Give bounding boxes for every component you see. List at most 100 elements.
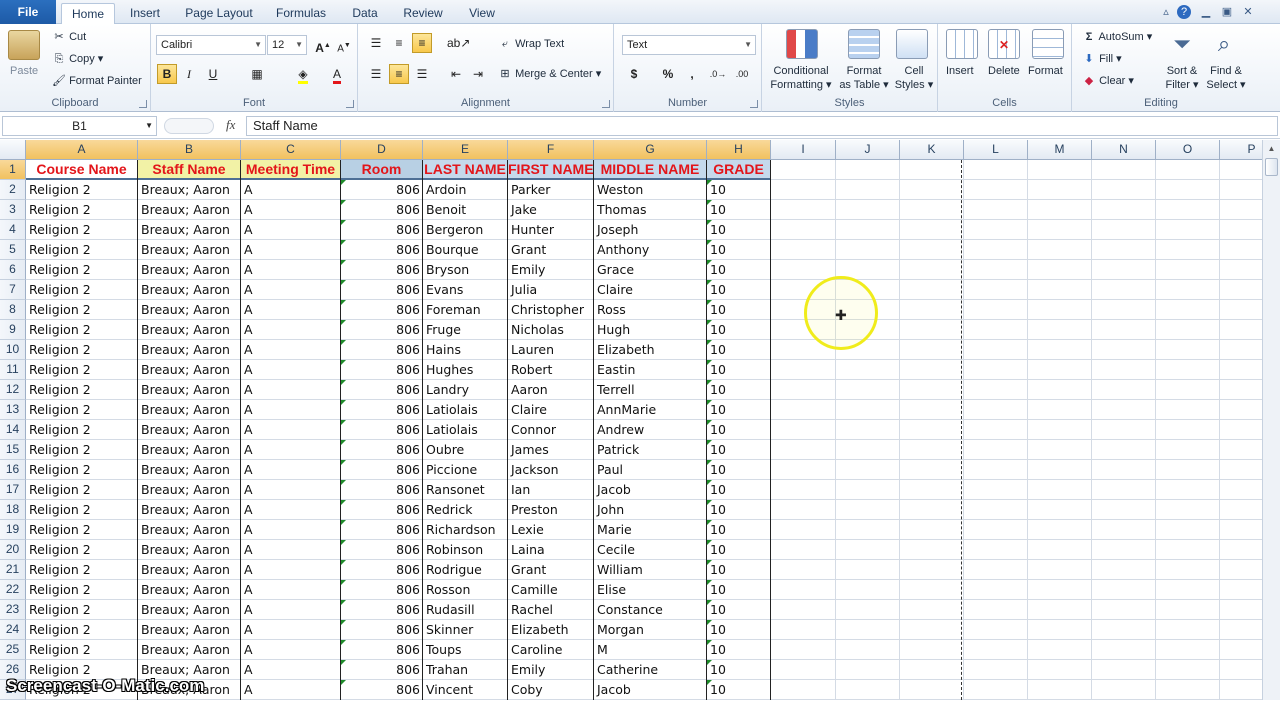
empty-cell[interactable] xyxy=(771,580,836,600)
table-cell[interactable]: Breaux; Aaron xyxy=(138,200,241,220)
row-header-7[interactable]: 7 xyxy=(0,280,26,300)
table-cell[interactable]: 806 xyxy=(341,660,423,680)
table-cell[interactable]: A xyxy=(241,580,341,600)
header-cell[interactable]: LAST NAME xyxy=(423,160,508,180)
empty-cell[interactable] xyxy=(1028,520,1092,540)
table-cell[interactable]: A xyxy=(241,480,341,500)
table-cell[interactable]: Catherine xyxy=(594,660,707,680)
table-cell[interactable]: 10 xyxy=(707,560,771,580)
cut-button[interactable]: ✂ Cut xyxy=(52,30,86,44)
row-header-3[interactable]: 3 xyxy=(0,200,26,220)
empty-cell[interactable] xyxy=(1092,600,1156,620)
empty-cell[interactable] xyxy=(900,400,964,420)
column-header-l[interactable]: L xyxy=(964,140,1028,160)
empty-cell[interactable] xyxy=(964,300,1028,320)
column-header-b[interactable]: B xyxy=(138,140,241,160)
row-header-10[interactable]: 10 xyxy=(0,340,26,360)
empty-cell[interactable] xyxy=(964,180,1028,200)
empty-cell[interactable] xyxy=(964,640,1028,660)
font-size-combo[interactable]: 12 ▼ xyxy=(267,35,307,55)
conditional-formatting-button[interactable]: Conditional Formatting ▾ xyxy=(768,64,834,92)
empty-cell[interactable] xyxy=(836,600,900,620)
column-header-j[interactable]: J xyxy=(836,140,900,160)
header-cell[interactable] xyxy=(964,160,1028,180)
empty-cell[interactable] xyxy=(900,420,964,440)
table-cell[interactable]: Jake xyxy=(508,200,594,220)
table-cell[interactable]: Religion 2 xyxy=(26,340,138,360)
empty-cell[interactable] xyxy=(964,220,1028,240)
clear-button[interactable]: ◆ Clear ▾ xyxy=(1082,74,1134,88)
table-cell[interactable]: Lexie xyxy=(508,520,594,540)
empty-cell[interactable] xyxy=(964,440,1028,460)
table-cell[interactable]: Religion 2 xyxy=(26,220,138,240)
header-cell[interactable]: Staff Name xyxy=(138,160,241,180)
table-cell[interactable]: 806 xyxy=(341,520,423,540)
table-cell[interactable]: A xyxy=(241,360,341,380)
table-cell[interactable]: 10 xyxy=(707,620,771,640)
empty-cell[interactable] xyxy=(900,520,964,540)
column-header-m[interactable]: M xyxy=(1028,140,1092,160)
row-header-12[interactable]: 12 xyxy=(0,380,26,400)
tab-formulas[interactable]: Formulas xyxy=(270,3,332,24)
table-cell[interactable]: 10 xyxy=(707,200,771,220)
empty-cell[interactable] xyxy=(771,680,836,700)
row-header-14[interactable]: 14 xyxy=(0,420,26,440)
empty-cell[interactable] xyxy=(1156,480,1220,500)
table-cell[interactable]: Breaux; Aaron xyxy=(138,340,241,360)
empty-cell[interactable] xyxy=(1028,300,1092,320)
empty-cell[interactable] xyxy=(900,340,964,360)
table-cell[interactable]: Claire xyxy=(508,400,594,420)
table-cell[interactable]: 10 xyxy=(707,260,771,280)
header-cell[interactable]: Meeting Time xyxy=(241,160,341,180)
header-cell[interactable] xyxy=(771,160,836,180)
decrease-decimal-button[interactable]: .00 xyxy=(732,64,752,84)
table-cell[interactable]: Eastin xyxy=(594,360,707,380)
empty-cell[interactable] xyxy=(1156,200,1220,220)
bold-button[interactable]: B xyxy=(157,64,177,84)
name-box[interactable]: B1 ▼ xyxy=(2,116,157,136)
paste-button[interactable]: Paste xyxy=(10,64,38,78)
table-cell[interactable]: Hains xyxy=(423,340,508,360)
table-cell[interactable]: A xyxy=(241,640,341,660)
table-cell[interactable]: Religion 2 xyxy=(26,580,138,600)
empty-cell[interactable] xyxy=(1028,420,1092,440)
empty-cell[interactable] xyxy=(900,480,964,500)
table-cell[interactable]: John xyxy=(594,500,707,520)
empty-cell[interactable] xyxy=(1156,340,1220,360)
table-cell[interactable]: Parker xyxy=(508,180,594,200)
table-cell[interactable]: Breaux; Aaron xyxy=(138,400,241,420)
table-cell[interactable]: 806 xyxy=(341,480,423,500)
empty-cell[interactable] xyxy=(1028,660,1092,680)
tab-insert[interactable]: Insert xyxy=(121,3,169,24)
empty-cell[interactable] xyxy=(900,300,964,320)
table-cell[interactable]: Breaux; Aaron xyxy=(138,460,241,480)
table-cell[interactable]: William xyxy=(594,560,707,580)
table-cell[interactable]: Andrew xyxy=(594,420,707,440)
table-cell[interactable]: Grant xyxy=(508,560,594,580)
table-cell[interactable]: A xyxy=(241,240,341,260)
scroll-thumb[interactable] xyxy=(1265,158,1278,176)
format-painter-button[interactable]: 🖌 Format Painter xyxy=(52,74,142,88)
paste-icon[interactable] xyxy=(8,30,40,60)
table-cell[interactable]: A xyxy=(241,500,341,520)
empty-cell[interactable] xyxy=(1028,680,1092,700)
table-cell[interactable]: Hugh xyxy=(594,320,707,340)
empty-cell[interactable] xyxy=(1156,220,1220,240)
table-cell[interactable]: A xyxy=(241,340,341,360)
empty-cell[interactable] xyxy=(1156,360,1220,380)
table-cell[interactable]: Religion 2 xyxy=(26,420,138,440)
table-cell[interactable]: Elizabeth xyxy=(508,620,594,640)
table-cell[interactable]: 806 xyxy=(341,400,423,420)
table-cell[interactable]: 10 xyxy=(707,280,771,300)
table-cell[interactable]: Breaux; Aaron xyxy=(138,320,241,340)
table-cell[interactable]: Aaron xyxy=(508,380,594,400)
header-cell[interactable] xyxy=(900,160,964,180)
font-family-combo[interactable]: Calibri ▼ xyxy=(156,35,266,55)
empty-cell[interactable] xyxy=(900,500,964,520)
merge-center-button[interactable]: ⊞ Merge & Center ▾ xyxy=(498,67,601,81)
table-cell[interactable]: Religion 2 xyxy=(26,600,138,620)
empty-cell[interactable] xyxy=(1092,540,1156,560)
table-cell[interactable]: Rosson xyxy=(423,580,508,600)
table-cell[interactable]: 806 xyxy=(341,460,423,480)
table-cell[interactable]: 806 xyxy=(341,240,423,260)
